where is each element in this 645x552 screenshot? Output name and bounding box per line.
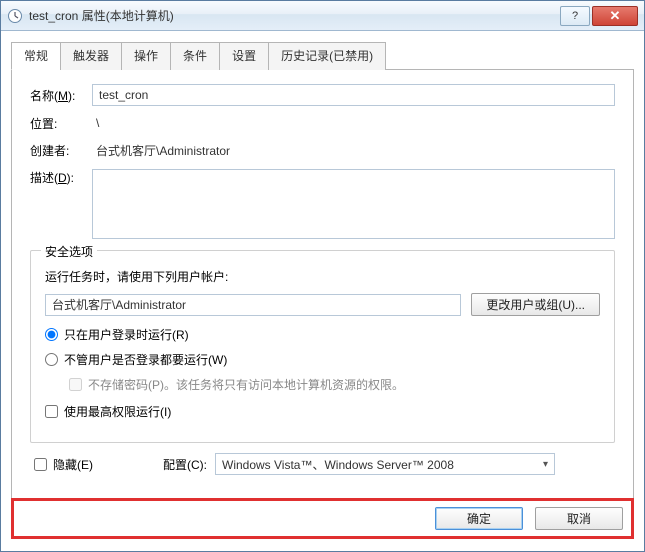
security-group: 安全选项 运行任务时，请使用下列用户帐户: 更改用户或组(U)... 只在用户登… (30, 250, 615, 443)
highlight-box: 确定 取消 (11, 498, 634, 539)
ok-button[interactable]: 确定 (435, 507, 523, 530)
tab-general[interactable]: 常规 (11, 42, 61, 70)
radio-always[interactable]: 不管用户是否登录都要运行(W) (45, 351, 600, 368)
config-row: 配置(C): Windows Vista™、Windows Server™ 20… (163, 453, 611, 475)
help-button[interactable]: ? (560, 6, 590, 26)
checkbox-highest-priv-input[interactable] (45, 405, 58, 418)
dialog-window: test_cron 属性(本地计算机) ? ✕ 常规 触发器 操作 条件 设置 … (0, 0, 645, 552)
row-description: 描述(D): (30, 169, 615, 242)
row-creator: 创建者: 台式机客厅\Administrator (30, 140, 615, 161)
client-area: 常规 触发器 操作 条件 设置 历史记录(已禁用) 名称(M): 位置: \ 创… (1, 31, 644, 551)
account-row: 更改用户或组(U)... (45, 293, 600, 316)
config-label: 配置(C): (163, 456, 207, 473)
radio-always-label: 不管用户是否登录都要运行(W) (64, 351, 227, 368)
radio-always-input[interactable] (45, 353, 58, 366)
account-input (45, 294, 461, 316)
dialog-buttons: 确定 取消 (14, 501, 631, 532)
titlebar-buttons: ? ✕ (560, 6, 638, 26)
checkbox-highest-priv[interactable]: 使用最高权限运行(I) (45, 403, 600, 420)
radio-logged-on[interactable]: 只在用户登录时运行(R) (45, 326, 600, 343)
name-label: 名称(M): (30, 87, 92, 104)
location-value: \ (92, 114, 615, 132)
config-select[interactable]: Windows Vista™、Windows Server™ 2008 ▾ (215, 453, 555, 475)
tab-settings[interactable]: 设置 (219, 42, 269, 70)
highest-priv-label: 使用最高权限运行(I) (64, 403, 171, 420)
radio-logged-on-label: 只在用户登录时运行(R) (64, 326, 189, 343)
checkbox-hidden-input[interactable] (34, 458, 47, 471)
name-input[interactable] (92, 84, 615, 106)
tab-triggers[interactable]: 触发器 (60, 42, 122, 70)
tab-history[interactable]: 历史记录(已禁用) (268, 42, 386, 70)
chevron-down-icon: ▾ (543, 459, 548, 470)
close-button[interactable]: ✕ (592, 6, 638, 26)
row-location: 位置: \ (30, 114, 615, 132)
tab-actions[interactable]: 操作 (121, 42, 171, 70)
cancel-button[interactable]: 取消 (535, 507, 623, 530)
checkbox-no-store-password-input (69, 378, 82, 391)
window-title: test_cron 属性(本地计算机) (29, 7, 560, 24)
tab-strip: 常规 触发器 操作 条件 设置 历史记录(已禁用) (11, 41, 634, 70)
checkbox-no-store-password: 不存储密码(P)。该任务将只有访问本地计算机资源的权限。 (69, 376, 600, 393)
tab-conditions[interactable]: 条件 (170, 42, 220, 70)
run-as-label: 运行任务时，请使用下列用户帐户: (45, 268, 600, 285)
hidden-label: 隐藏(E) (53, 456, 93, 473)
security-legend: 安全选项 (41, 243, 97, 260)
description-textarea[interactable] (92, 169, 615, 239)
change-user-button[interactable]: 更改用户或组(U)... (471, 293, 600, 316)
location-label: 位置: (30, 115, 92, 132)
radio-logged-on-input[interactable] (45, 328, 58, 341)
footer-row: 隐藏(E) 配置(C): Windows Vista™、Windows Serv… (30, 443, 615, 485)
clock-icon (7, 8, 23, 24)
no-store-password-label: 不存储密码(P)。该任务将只有访问本地计算机资源的权限。 (88, 376, 404, 393)
creator-label: 创建者: (30, 142, 92, 159)
description-label: 描述(D): (30, 169, 92, 186)
titlebar: test_cron 属性(本地计算机) ? ✕ (1, 1, 644, 31)
row-name: 名称(M): (30, 84, 615, 106)
config-value: Windows Vista™、Windows Server™ 2008 (222, 456, 454, 473)
checkbox-hidden[interactable]: 隐藏(E) (34, 456, 93, 473)
creator-value: 台式机客厅\Administrator (92, 140, 615, 161)
tab-panel-general: 名称(M): 位置: \ 创建者: 台式机客厅\Administrator 描述… (11, 70, 634, 500)
